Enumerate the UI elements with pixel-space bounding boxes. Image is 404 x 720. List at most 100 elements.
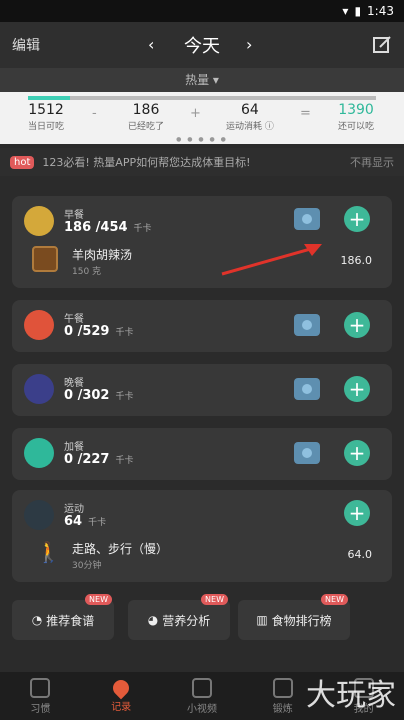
nutrition-analysis-button[interactable]: ◕ 营养分析 NEW (128, 594, 230, 640)
exercise-item-name: 走路、步行（慢） (72, 542, 169, 556)
calorie-progress-bar (28, 96, 376, 100)
exercise-value: 64 (241, 102, 259, 118)
heat-selector[interactable]: 热量 ▾ (0, 68, 404, 92)
status-time: 1:43 (367, 4, 394, 18)
camera-icon[interactable] (294, 314, 320, 336)
kcal-unit: 千卡 (115, 392, 134, 402)
budget-label: 当日可吃 (28, 122, 65, 132)
meal-card-dinner: 晚餐 0 /302 千卡 + (12, 364, 392, 416)
add-breakfast-button[interactable]: + (344, 206, 370, 232)
tab-label: 习惯 (30, 704, 51, 715)
page-dots: ● ● ● ● ● (176, 136, 228, 143)
meal-kcal-value: 0 /227 (64, 452, 110, 467)
tab-label: 记录 (111, 702, 132, 713)
minus-sign: - (92, 106, 97, 121)
equals-sign: = (300, 106, 311, 121)
kcal-unit: 千卡 (115, 456, 134, 466)
watermark: 大玩家 (306, 678, 396, 713)
exercise-item[interactable]: 🚶 走路、步行（慢） 30分钟 64.0 (32, 540, 373, 571)
flame-icon (109, 676, 133, 700)
wifi-icon: ▾ (342, 4, 349, 18)
budget-block: 1512 当日可吃 (28, 102, 64, 132)
food-amount: 150 克 (72, 267, 102, 277)
kcal-unit: 千卡 (133, 224, 152, 234)
walking-icon: 🚶 (36, 540, 61, 564)
exercise-block[interactable]: 64 运动消耗 ⓘ (226, 102, 274, 132)
tab-label: 锻炼 (272, 704, 293, 715)
clipboard-icon (30, 678, 51, 698)
tab-label: 小视频 (186, 704, 217, 715)
food-ranking-button[interactable]: ▥ 食物排行榜 NEW (238, 594, 350, 640)
add-exercise-button[interactable]: + (344, 500, 370, 526)
remaining-label: 还可以吃 (338, 122, 375, 132)
pie-icon: ◕ (147, 613, 159, 627)
next-day-button[interactable]: › (246, 35, 252, 54)
button-label: 食物排行榜 (271, 613, 332, 628)
bar-chart-icon: ▥ (256, 613, 268, 627)
tab-habits[interactable]: 习惯 (0, 672, 81, 720)
dumbbell-icon (272, 678, 293, 698)
recipe-icon: ◔ (31, 613, 43, 627)
food-kcal: 186.0 (340, 254, 373, 267)
meal-kcal-value: 186 /454 (64, 220, 128, 235)
remaining-value: 1390 (338, 102, 374, 118)
recommended-recipes-button[interactable]: ◔ 推荐食谱 NEW (12, 594, 114, 640)
kcal-unit: 千卡 (115, 328, 134, 338)
banner-message[interactable]: 123必看! 热量APP如何帮您达成体重目标! (42, 154, 350, 170)
page-title: 今天 (184, 36, 220, 57)
kcal-unit: 千卡 (88, 518, 107, 528)
exercise-duration: 30分钟 (72, 561, 102, 571)
remaining-block: 1390 还可以吃 (338, 102, 374, 132)
exercise-label: 运动消耗 ⓘ (226, 122, 274, 132)
new-badge: NEW (85, 594, 112, 605)
camera-icon[interactable] (294, 378, 320, 400)
budget-value: 1512 (28, 102, 64, 118)
food-thumbnail (32, 246, 58, 272)
snack-icon (24, 438, 54, 468)
eaten-value: 186 (132, 102, 160, 118)
meal-kcal: 186 /454 千卡 (64, 220, 152, 235)
dismiss-banner-button[interactable]: 不再显示 (350, 154, 394, 170)
meal-card-breakfast: 早餐 186 /454 千卡 + 羊肉胡辣汤 150 克 186.0 (12, 196, 392, 288)
video-icon (191, 678, 212, 698)
meal-name: 午餐 (64, 314, 84, 325)
meal-kcal-value: 0 /302 (64, 388, 110, 403)
meal-kcal: 0 /529 千卡 (64, 324, 133, 339)
meal-name: 早餐 (64, 210, 84, 221)
dinner-icon (24, 374, 54, 404)
button-label: 推荐食谱 (46, 613, 95, 628)
exercise-card: 运动 64 千卡 + 🚶 走路、步行（慢） 30分钟 64.0 (12, 490, 392, 582)
add-lunch-button[interactable]: + (344, 312, 370, 338)
food-name: 羊肉胡辣汤 (72, 248, 133, 262)
lunch-icon (24, 310, 54, 340)
tab-records[interactable]: 记录 (81, 672, 162, 720)
meal-kcal-value: 0 /529 (64, 324, 110, 339)
exercise-item-kcal: 64.0 (347, 548, 373, 561)
meal-kcal: 0 /302 千卡 (64, 388, 133, 403)
exercise-kcal-value: 64 (64, 514, 83, 529)
eaten-block: 186 已经吃了 (128, 102, 164, 132)
exercise-kcal: 64 千卡 (64, 514, 106, 529)
meal-kcal: 0 /227 千卡 (64, 452, 133, 467)
tip-banner[interactable]: hot 123必看! 热量APP如何帮您达成体重目标! 不再显示 (0, 148, 404, 176)
new-badge: NEW (321, 594, 348, 605)
new-badge: NEW (201, 594, 228, 605)
button-label: 营养分析 (162, 613, 211, 628)
quick-buttons: ◔ 推荐食谱 NEW ◕ 营养分析 NEW ▥ 食物排行榜 NEW (12, 594, 392, 640)
hot-badge: hot (10, 155, 35, 169)
calorie-summary: 1512 当日可吃 - 186 已经吃了 + 64 运动消耗 ⓘ = 1390 … (0, 92, 404, 144)
meal-name: 晚餐 (64, 378, 84, 389)
add-dinner-button[interactable]: + (344, 376, 370, 402)
camera-icon[interactable] (294, 442, 320, 464)
tab-videos[interactable]: 小视频 (162, 672, 243, 720)
battery-icon: ▮ (354, 4, 362, 18)
shoe-icon (24, 500, 54, 530)
camera-icon[interactable] (294, 208, 320, 230)
breakfast-icon (24, 206, 54, 236)
meal-card-snack: 加餐 0 /227 千卡 + (12, 428, 392, 480)
top-bar: 编辑 ‹ 今天 › (0, 22, 404, 68)
meal-name: 加餐 (64, 442, 84, 453)
add-snack-button[interactable]: + (344, 440, 370, 466)
edit-note-icon[interactable] (372, 35, 392, 55)
status-bar: ▾ ▮ 1:43 (0, 0, 404, 22)
